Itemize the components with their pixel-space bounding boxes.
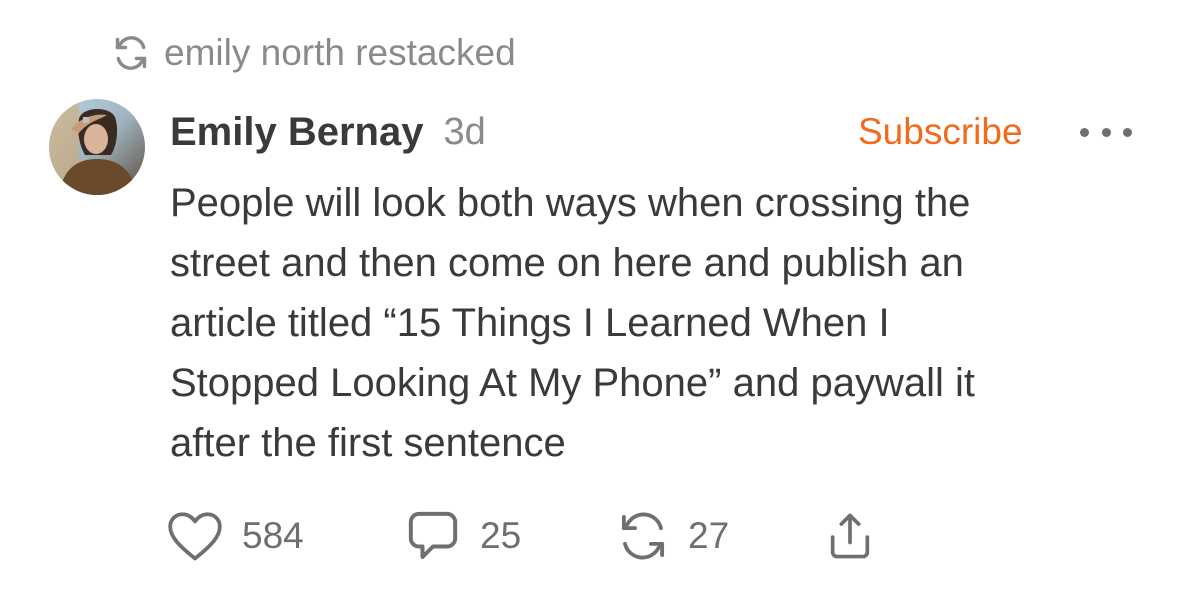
restack-icon <box>112 34 150 72</box>
more-horizontal-icon[interactable] <box>1080 122 1132 142</box>
restack-icon <box>616 509 670 563</box>
like-count: 584 <box>242 515 304 556</box>
post-body-line: Stopped Looking At My Phone” and paywall… <box>170 361 975 405</box>
comment-count: 25 <box>480 515 522 556</box>
restack-text[interactable]: emily north restacked <box>164 32 516 74</box>
share-button[interactable] <box>824 506 876 566</box>
more-dot <box>1101 127 1111 137</box>
restack-attribution: emily north restacked <box>112 30 516 76</box>
post-body-line: People will look both ways when crossing… <box>170 181 971 225</box>
post-header: Emily Bernay 3d <box>170 104 486 160</box>
author-name[interactable]: Emily Bernay <box>170 110 423 155</box>
restack-button[interactable]: 27 <box>616 506 729 566</box>
action-bar: 584 25 27 <box>166 506 906 566</box>
post-body-line: street and then come on here and publish… <box>170 241 964 285</box>
subscribe-button[interactable]: Subscribe <box>858 108 1023 156</box>
comment-icon <box>404 508 462 564</box>
post-body-line: article titled “15 Things I Learned When… <box>170 301 890 345</box>
like-button[interactable]: 584 <box>166 506 304 566</box>
comment-button[interactable]: 25 <box>404 506 521 566</box>
heart-icon <box>166 510 224 562</box>
more-dot <box>1123 127 1132 137</box>
restack-count: 27 <box>688 515 730 556</box>
post-body-line: after the first sentence <box>170 421 566 465</box>
post-body: People will look both ways when crossing… <box>170 173 1140 473</box>
share-icon <box>824 509 876 563</box>
more-dot <box>1080 127 1089 137</box>
avatar[interactable] <box>49 99 145 195</box>
post-timestamp: 3d <box>443 110 486 153</box>
